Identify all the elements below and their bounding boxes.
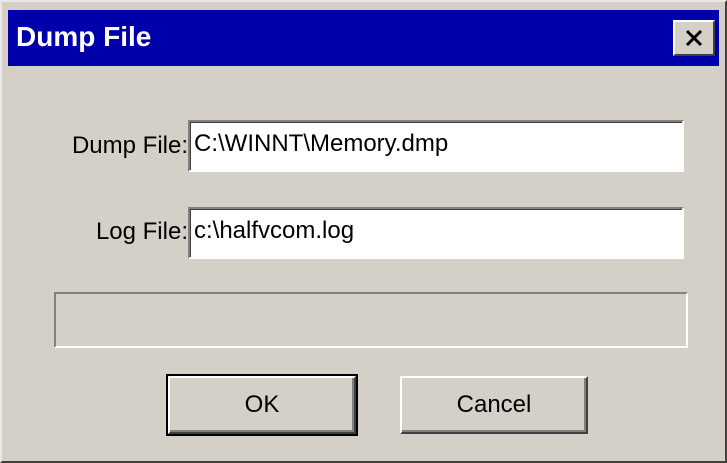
title-bar[interactable]: Dump File (8, 10, 719, 66)
close-icon (685, 29, 703, 47)
close-button[interactable] (673, 20, 715, 56)
cancel-button[interactable]: Cancel (400, 376, 588, 434)
ok-button[interactable]: OK (166, 374, 358, 436)
progress-bar (54, 292, 688, 348)
log-file-label: Log File: (95, 218, 188, 245)
dump-file-input[interactable]: C:\WINNT\Memory.dmp (188, 120, 684, 172)
window-title: Dump File (16, 21, 152, 52)
dump-file-dialog: Dump File Dump File: C:\WINNT\Memory.dmp… (0, 0, 727, 463)
log-file-input[interactable]: c:\halfvcom.log (188, 207, 684, 259)
dump-file-label: Dump File: (71, 132, 188, 159)
